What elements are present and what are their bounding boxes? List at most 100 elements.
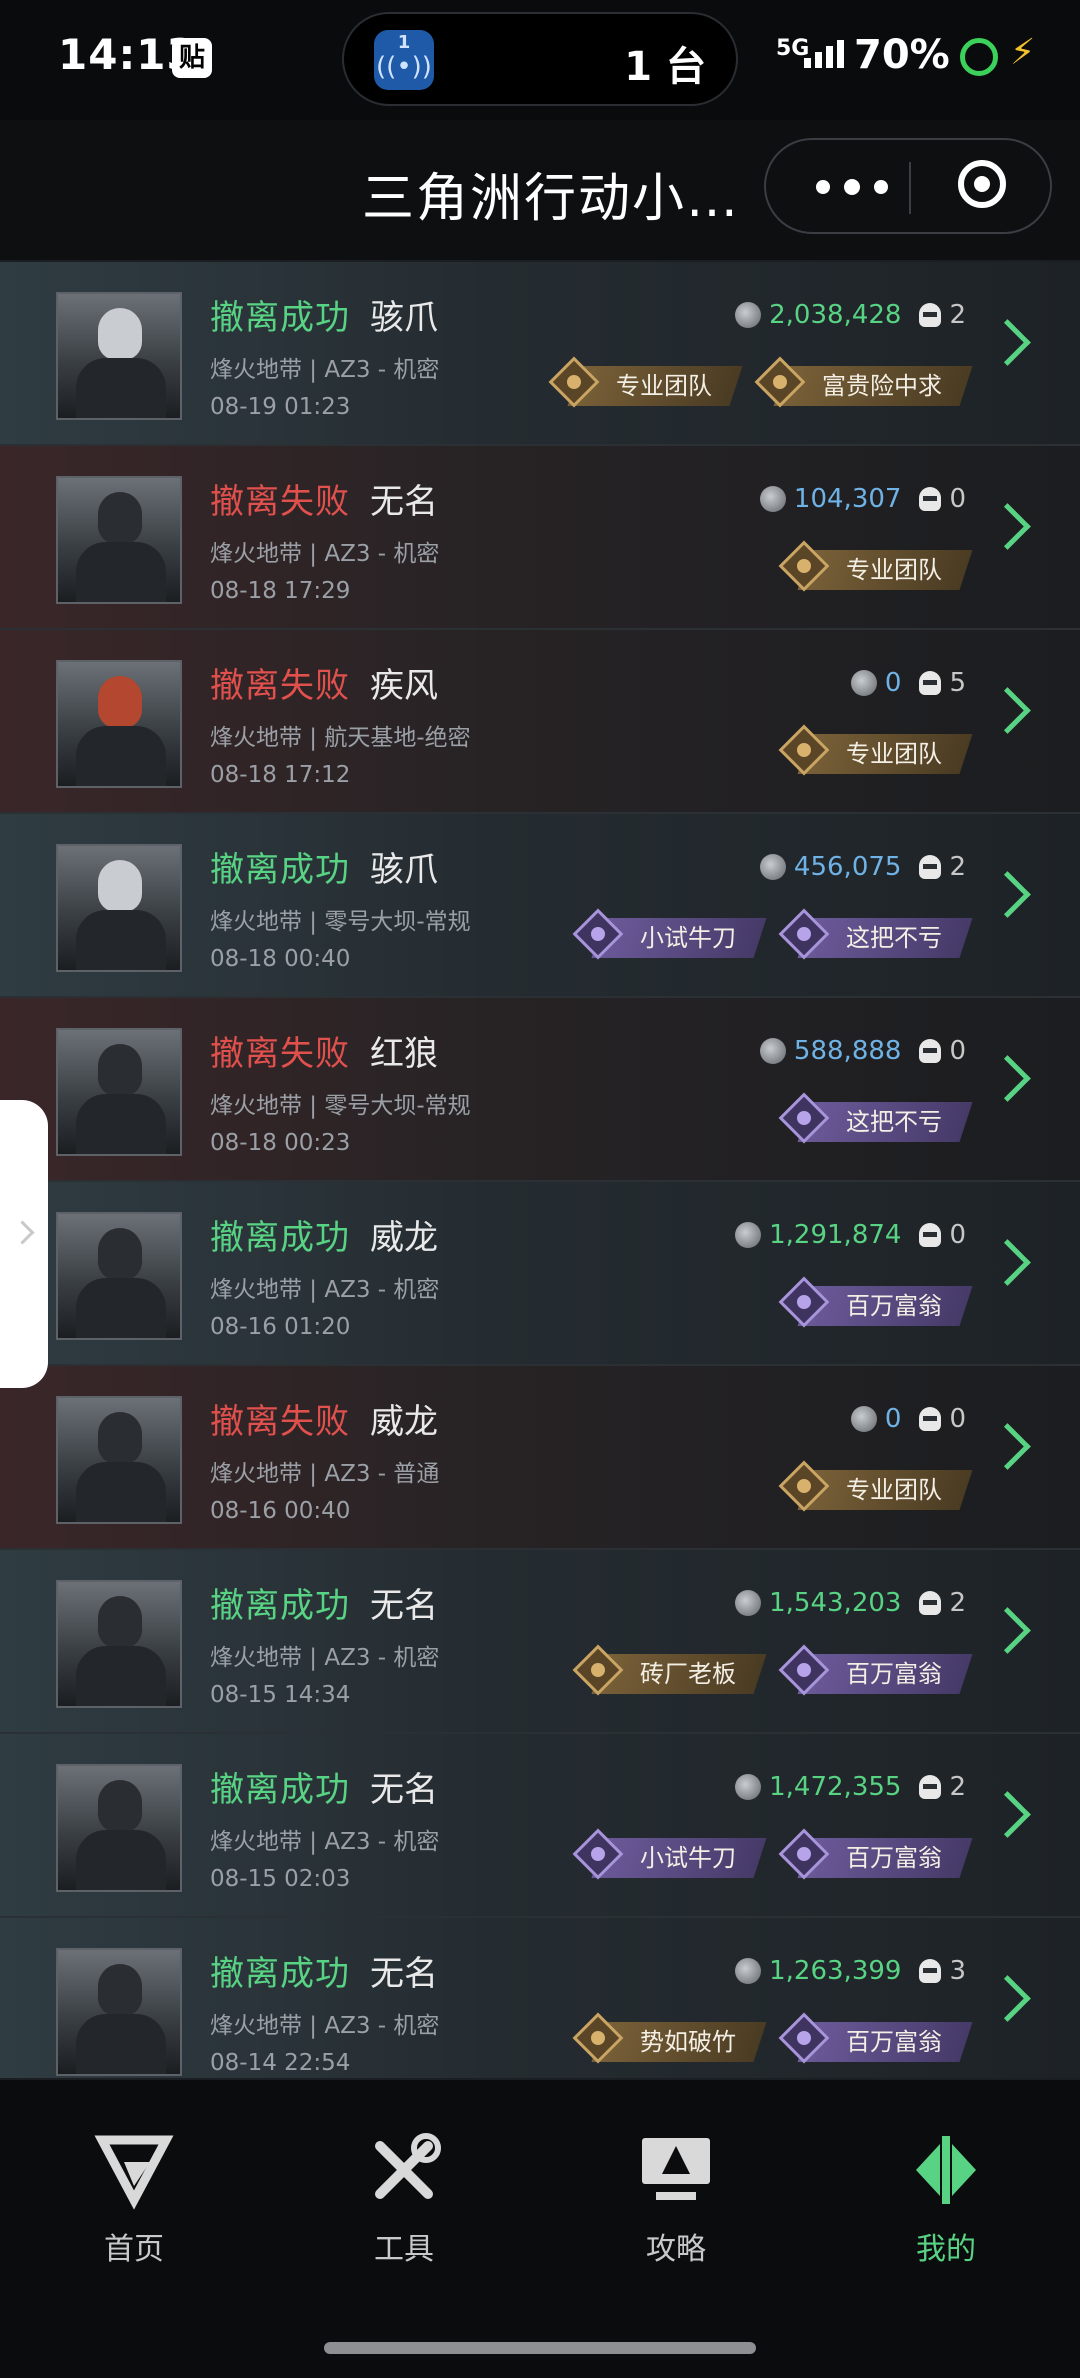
loot-value: 104,307 [793,484,902,514]
operator-name: 骇爪 [370,850,438,890]
achievement-badge: 专业团队 [548,356,736,408]
record-row[interactable]: 撤离成功 无名 烽火地带 | AZ3 - 机密 08-14 22:54 1,26… [0,1918,1080,2078]
badge-group: 小试牛刀 这把不亏 [554,908,966,966]
achievement-badge: 砖厂老板 [572,1644,760,1696]
record-row[interactable]: 撤离成功 无名 烽火地带 | AZ3 - 机密 08-15 02:03 1,47… [0,1734,1080,1918]
kill-count: 2 [949,1772,966,1802]
operator-name: 威龙 [370,1402,438,1442]
achievement-badge: 百万富翁 [778,1276,966,1328]
broadcast-icon: 1 ((•)) [374,30,434,90]
chevron-right-icon[interactable] [984,687,1031,734]
nav-tools[interactable]: 工具 [304,2130,504,2268]
operator-name: 无名 [370,482,438,522]
extraction-status: 撤离失败 [210,482,350,522]
loot-value: 588,888 [793,1036,902,1066]
lightning-icon: ⚡ [1010,32,1036,73]
nav-home[interactable]: 首页 [34,2130,234,2268]
nav-profile-label: 我的 [916,2232,976,2267]
chevron-right-icon[interactable] [984,1975,1031,2022]
extraction-status: 撤离失败 [210,1034,350,1074]
chevron-right-icon[interactable] [984,1423,1031,1470]
dynamic-island[interactable]: 1 ((•)) 1 台 [342,12,738,106]
skull-icon [919,1775,942,1799]
extraction-status: 撤离成功 [210,1218,350,1258]
more-dots-icon[interactable] [806,162,916,210]
operator-name: 无名 [370,1770,438,1810]
operator-avatar [56,1580,182,1708]
skull-icon [919,1407,942,1431]
record-row[interactable]: 撤离失败 威龙 烽火地带 | AZ3 - 普通 08-16 00:40 00 专… [0,1366,1080,1550]
badge-label: 小试牛刀 [640,924,736,952]
chevron-right-icon[interactable] [984,1791,1031,1838]
badge-label: 专业团队 [846,740,942,768]
loot-summary: 05 [850,668,966,708]
chevron-right-icon[interactable] [984,1239,1031,1286]
home-indicator[interactable] [324,2342,756,2354]
side-drawer-handle[interactable] [0,1100,48,1388]
signal-icon [804,40,848,68]
nav-home-label: 首页 [104,2232,164,2267]
kill-count: 0 [949,1220,966,1250]
extraction-status: 撤离成功 [210,1770,350,1810]
chevron-right-icon[interactable] [984,319,1031,366]
operator-name: 疾风 [370,666,438,706]
skull-icon [919,1959,942,1983]
match-record-list[interactable]: 撤离成功 骇爪 烽火地带 | AZ3 - 机密 08-19 01:23 2,03… [0,262,1080,2078]
record-row[interactable]: 撤离失败 无名 烽火地带 | AZ3 - 机密 08-18 17:29 104,… [0,446,1080,630]
home-logo-icon [94,2135,174,2210]
badge-label: 这把不亏 [846,924,942,952]
badge-emblem-icon [572,1644,624,1696]
target-icon[interactable] [958,160,1006,208]
map-mode: 烽火地带 | AZ3 - 机密 [210,1645,440,1671]
badge-group: 砖厂老板 百万富翁 [554,1644,966,1702]
badge-emblem-icon [572,2012,624,2064]
nav-guide-label: 攻略 [646,2232,706,2267]
loot-summary: 2,038,428 2 [735,300,966,340]
charging-ring-icon [960,38,998,76]
badge-emblem-icon [778,2012,830,2064]
record-row[interactable]: 撤离成功 骇爪 烽火地带 | AZ3 - 机密 08-19 01:23 2,03… [0,262,1080,446]
loot-value: 456,075 [793,852,902,882]
record-row[interactable]: 撤离成功 威龙 烽火地带 | AZ3 - 机密 08-16 01:20 1,29… [0,1182,1080,1366]
operator-name: 红狼 [370,1034,438,1074]
kill-count: 2 [949,1588,966,1618]
sticker-note-icon: 贴 [172,38,212,78]
map-mode: 烽火地带 | AZ3 - 机密 [210,541,440,567]
badge-group: 势如破竹 百万富翁 [554,2012,966,2070]
match-time: 08-15 02:03 [210,1866,351,1892]
badge-label: 专业团队 [616,372,712,400]
skull-icon [919,487,942,511]
chevron-right-icon[interactable] [984,1607,1031,1654]
chevron-right-icon[interactable] [984,1055,1031,1102]
loot-value: 1,472,355 [769,1772,902,1802]
operator-name: 骇爪 [370,298,438,338]
chevron-right-icon[interactable] [984,871,1031,918]
record-row[interactable]: 撤离失败 红狼 烽火地带 | 零号大坝-常规 08-18 00:23 588,8… [0,998,1080,1182]
achievement-badge: 专业团队 [778,1460,966,1512]
achievement-badge: 百万富翁 [778,1644,966,1696]
achievement-badge: 富贵险中求 [754,356,966,408]
loot-value: 2,038,428 [769,300,902,330]
record-row[interactable]: 撤离失败 疾风 烽火地带 | 航天基地-绝密 08-18 17:12 05 专业… [0,630,1080,814]
kill-count: 2 [949,300,966,330]
capsule-divider [909,162,911,214]
record-row[interactable]: 撤离成功 无名 烽火地带 | AZ3 - 机密 08-15 14:34 1,54… [0,1550,1080,1734]
coin-icon [850,670,877,696]
coin-icon [759,1038,786,1064]
kill-count: 3 [949,1956,966,1986]
badge-label: 砖厂老板 [640,1660,736,1688]
operator-avatar [56,1396,182,1524]
coin-icon [850,1406,877,1432]
chevron-right-icon[interactable] [984,503,1031,550]
nav-profile[interactable]: 我的 [846,2130,1046,2268]
profile-logo-icon [916,2136,976,2204]
operator-name: 威龙 [370,1218,438,1258]
nav-guide[interactable]: 攻略 [576,2130,776,2268]
device-count: 1 台 [624,44,706,90]
operator-avatar [56,1212,182,1340]
record-row[interactable]: 撤离成功 骇爪 烽火地带 | 零号大坝-常规 08-18 00:40 456,0… [0,814,1080,998]
loot-summary: 1,543,203 2 [735,1588,966,1628]
status-bar: 14:13 贴 1 ((•)) 1 台 5G 70% ⚡ [0,0,1080,120]
kill-count: 5 [949,668,966,698]
map-mode: 烽火地带 | AZ3 - 机密 [210,357,440,383]
